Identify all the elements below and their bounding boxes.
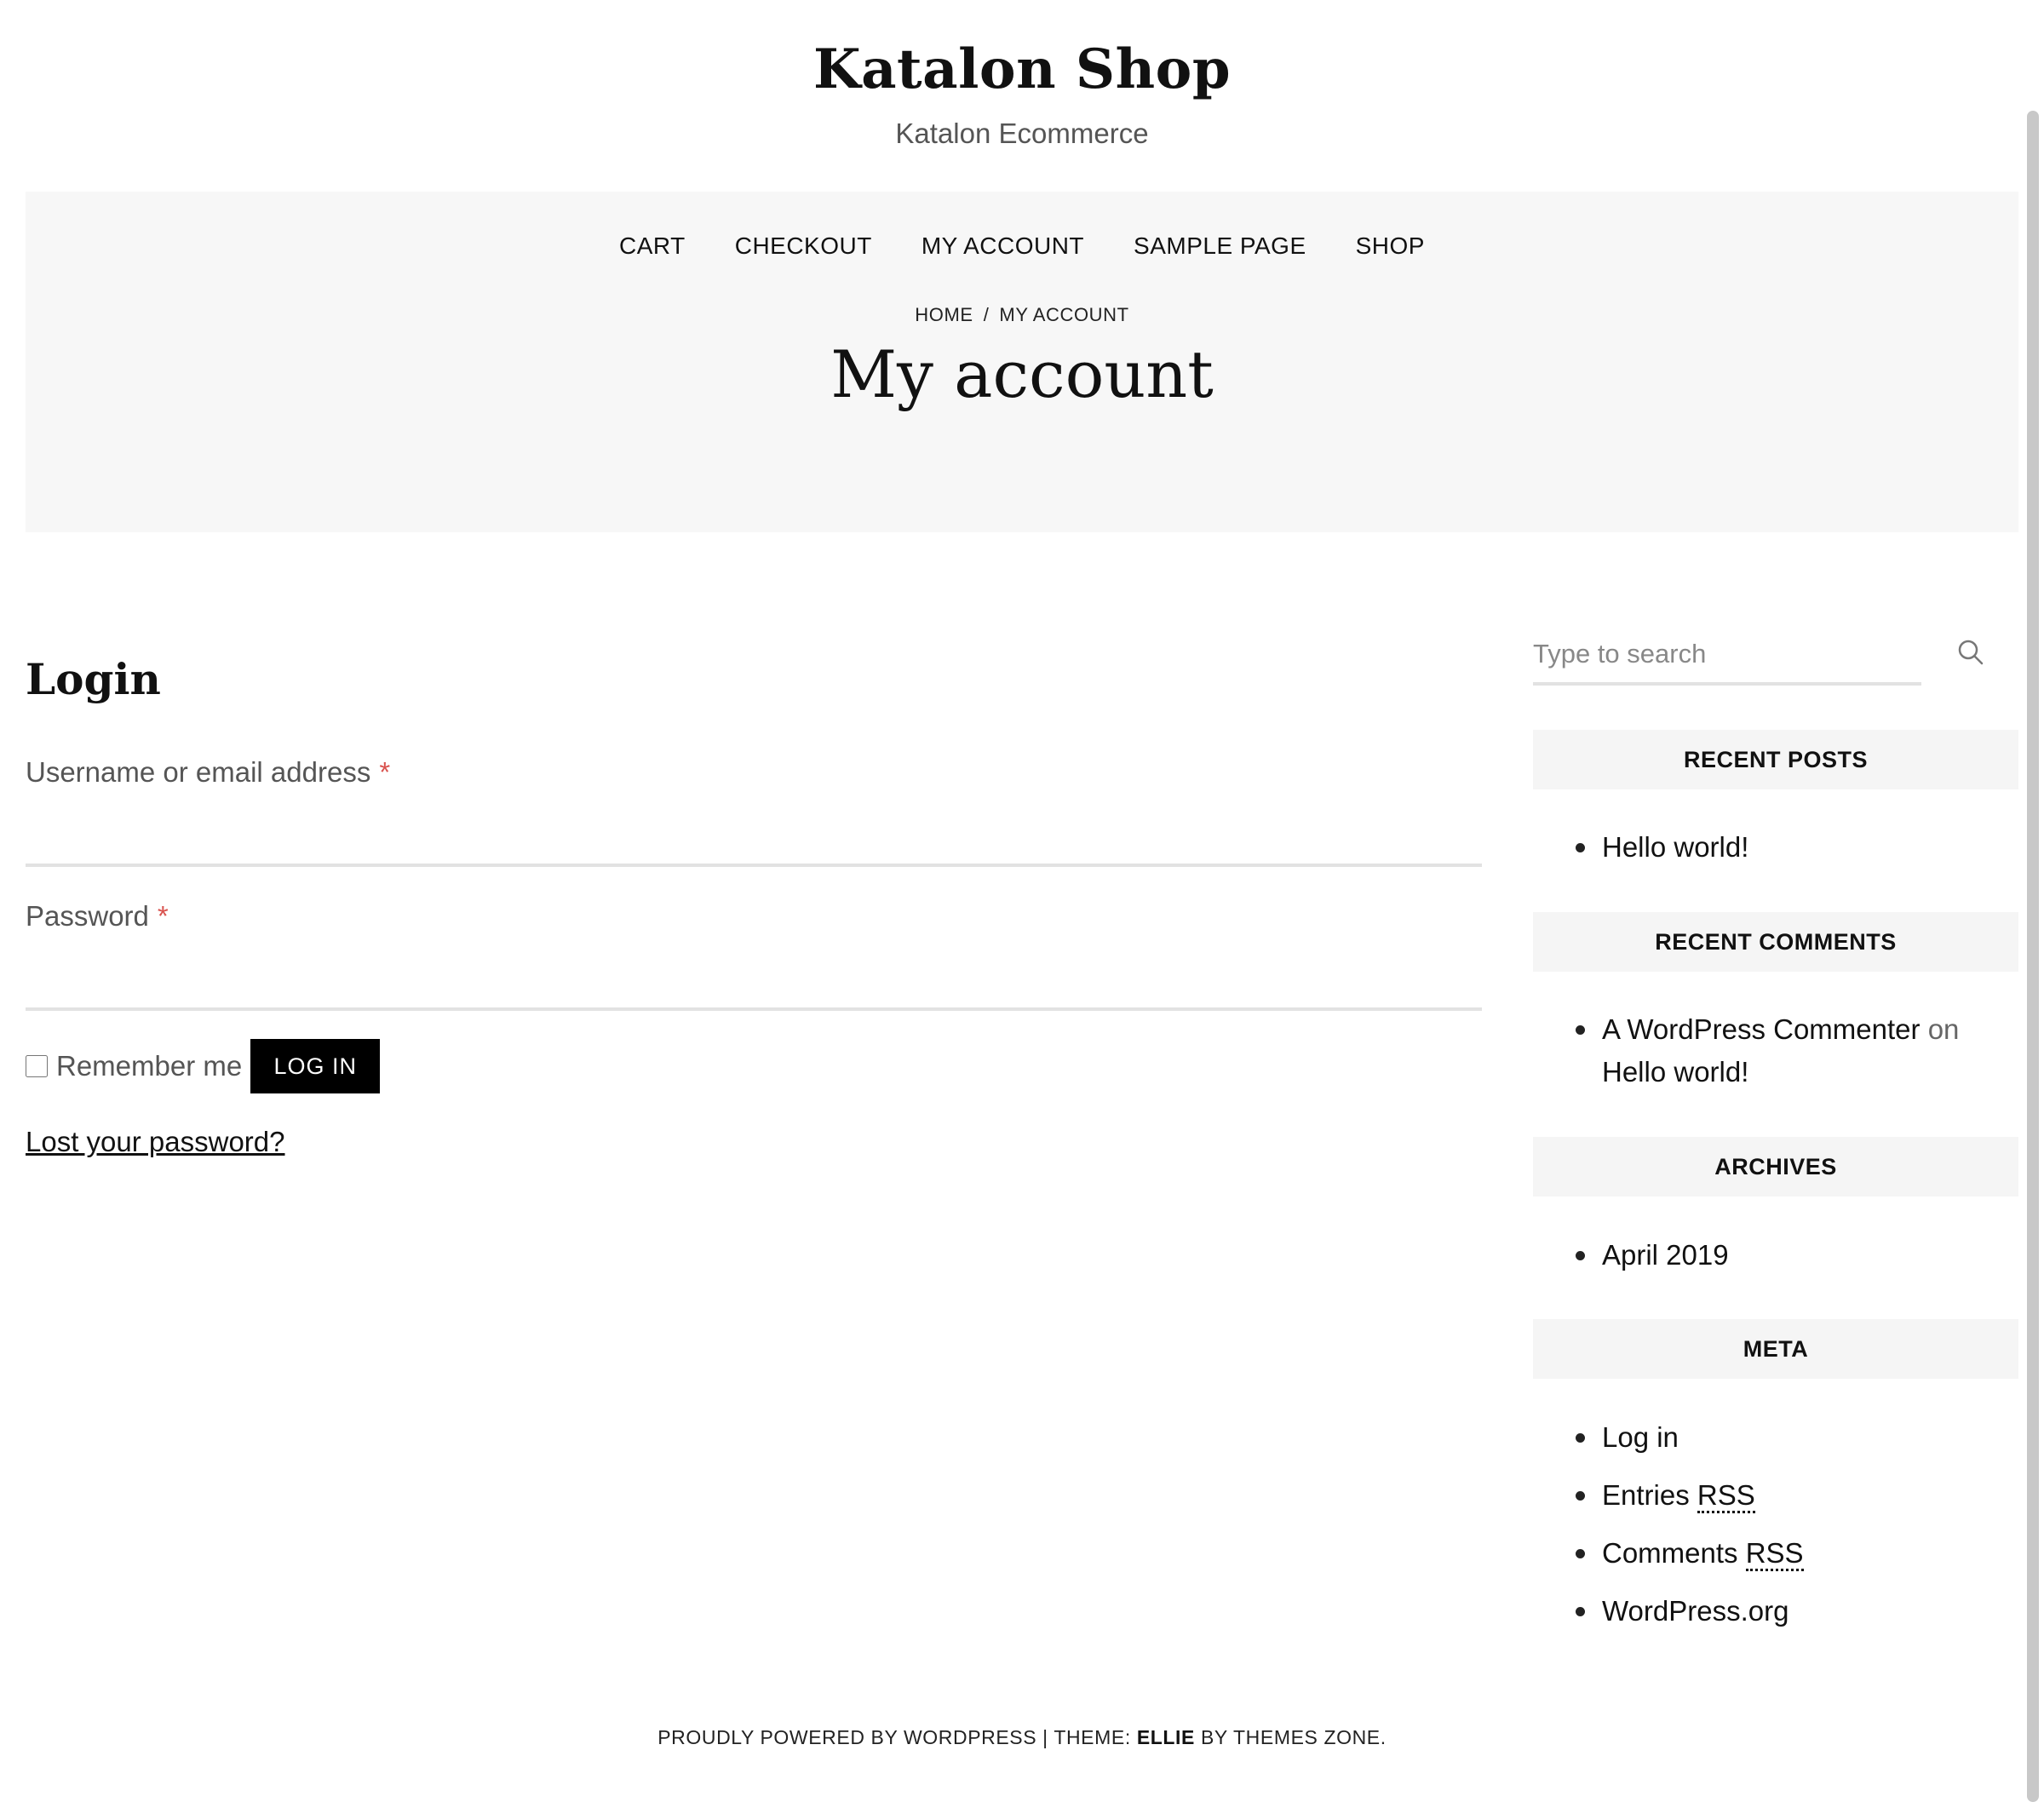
footer-prefix[interactable]: PROUDLY POWERED BY WORDPRESS | THEME:: [657, 1726, 1131, 1748]
meta-comments-rss-link[interactable]: Comments RSS: [1602, 1537, 1804, 1571]
main-nav: CART CHECKOUT MY ACCOUNT SAMPLE PAGE SHO…: [26, 232, 2018, 260]
footer-suffix: BY THEMES ZONE.: [1200, 1726, 1387, 1748]
nav-item-cart[interactable]: CART: [619, 232, 686, 260]
lost-password-link[interactable]: Lost your password?: [26, 1126, 285, 1158]
login-heading: Login: [26, 654, 161, 704]
remember-me-checkbox[interactable]: [26, 1055, 48, 1077]
archives-heading: ARCHIVES: [1533, 1137, 2018, 1197]
search-icon[interactable]: [1955, 637, 1986, 668]
recent-comments-heading: RECENT COMMENTS: [1533, 912, 2018, 972]
list-item: A WordPress Commenter on Hello world!: [1533, 1008, 2018, 1093]
search-input[interactable]: [1533, 626, 1921, 686]
list-item: Hello world!: [1533, 826, 2018, 869]
list-item: WordPress.org: [1533, 1590, 2018, 1633]
recent-posts-heading: RECENT POSTS: [1533, 730, 2018, 789]
list-item: Log in: [1533, 1416, 2018, 1459]
list-item: Comments RSS: [1533, 1532, 2018, 1575]
nav-item-sample-page[interactable]: SAMPLE PAGE: [1134, 232, 1306, 260]
meta-wordpress-org-link[interactable]: WordPress.org: [1602, 1595, 1788, 1627]
meta-heading: META: [1533, 1319, 2018, 1379]
recent-comments-list: A WordPress Commenter on Hello world!: [1533, 1008, 2018, 1109]
password-label: Password *: [26, 900, 169, 933]
password-input[interactable]: [26, 960, 1482, 1011]
page: Katalon Shop Katalon Ecommerce CART CHEC…: [0, 0, 2044, 1802]
site-title[interactable]: Katalon Shop: [0, 37, 2044, 101]
meta-entries-text: Entries: [1602, 1479, 1690, 1511]
archives-list: April 2019: [1533, 1234, 2018, 1292]
required-mark: *: [379, 756, 391, 788]
password-label-text: Password: [26, 900, 149, 932]
comment-author-link[interactable]: A WordPress Commenter: [1602, 1013, 1921, 1045]
username-label-text: Username or email address: [26, 756, 371, 788]
recent-post-link[interactable]: Hello world!: [1602, 831, 1748, 863]
meta-log-in-link[interactable]: Log in: [1602, 1421, 1679, 1453]
nav-item-shop[interactable]: SHOP: [1356, 232, 1425, 260]
nav-item-my-account[interactable]: MY ACCOUNT: [922, 232, 1084, 260]
breadcrumb-current: MY ACCOUNT: [999, 304, 1129, 325]
meta-comments-text: Comments: [1602, 1537, 1738, 1569]
username-label: Username or email address *: [26, 756, 390, 789]
breadcrumb-separator: /: [983, 304, 990, 325]
recent-posts-list: Hello world!: [1533, 826, 2018, 884]
page-header-band: CART CHECKOUT MY ACCOUNT SAMPLE PAGE SHO…: [26, 192, 2018, 532]
meta-list: Log in Entries RSS Comments RSS WordPres…: [1533, 1416, 2018, 1648]
meta-entries-rss-link[interactable]: Entries RSS: [1602, 1479, 1755, 1513]
archive-link[interactable]: April 2019: [1602, 1239, 1729, 1271]
footer-theme-name[interactable]: ELLIE: [1137, 1726, 1195, 1748]
log-in-button[interactable]: LOG IN: [250, 1039, 381, 1093]
remember-me-label[interactable]: Remember me: [56, 1050, 242, 1082]
site-footer: PROUDLY POWERED BY WORDPRESS | THEME: EL…: [0, 1726, 2044, 1749]
list-item: April 2019: [1533, 1234, 2018, 1277]
remember-row: Remember me LOG IN: [26, 1039, 381, 1093]
username-input[interactable]: [26, 816, 1482, 867]
nav-item-checkout[interactable]: CHECKOUT: [735, 232, 872, 260]
site-tagline: Katalon Ecommerce: [895, 118, 1149, 149]
rss-abbr: RSS: [1745, 1537, 1804, 1571]
breadcrumb: HOME / MY ACCOUNT: [26, 304, 2018, 326]
comment-connector: on: [1927, 1013, 1960, 1045]
page-title: My account: [830, 336, 1214, 412]
rss-abbr: RSS: [1697, 1479, 1755, 1513]
scrollbar[interactable]: [2027, 111, 2039, 1802]
breadcrumb-home[interactable]: HOME: [915, 304, 973, 325]
required-mark: *: [157, 900, 169, 932]
list-item: Entries RSS: [1533, 1474, 2018, 1517]
comment-post-link[interactable]: Hello world!: [1602, 1056, 1748, 1088]
